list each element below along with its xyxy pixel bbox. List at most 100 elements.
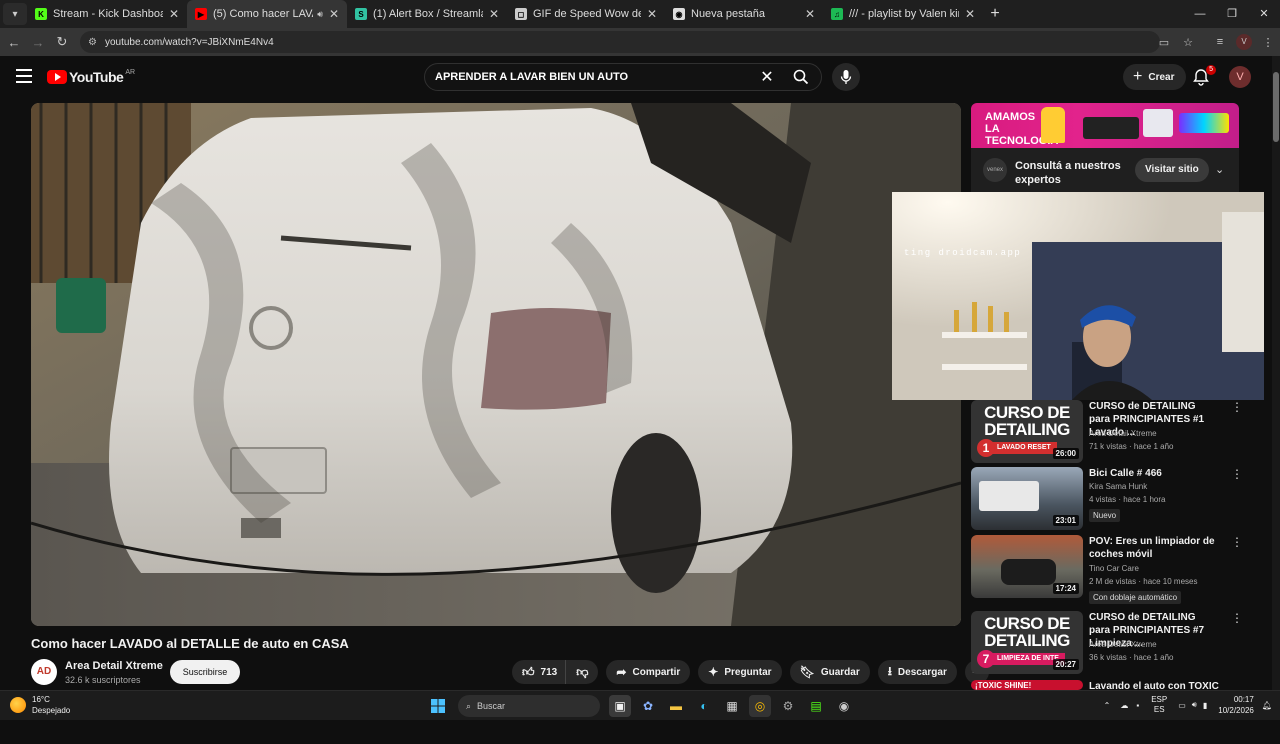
more-options-icon[interactable]: ⋮: [1231, 467, 1243, 481]
back-icon[interactable]: ←: [2, 35, 26, 50]
tab-audio-icon[interactable]: 🔊︎: [317, 9, 323, 20]
browser-tab[interactable]: K Stream - Kick Dashboard ✕: [27, 0, 187, 28]
system-tray: ⌃ ☁ ▪ ESP ES ▭ 🔊︎ ▮ 00:17 10/2/2026 🔔︎: [1098, 694, 1272, 716]
tab-favicon-icon: S: [355, 8, 367, 20]
edge-icon[interactable]: ◐: [693, 695, 715, 717]
close-tab-icon[interactable]: ✕: [169, 7, 179, 21]
network-icon[interactable]: ▭: [1178, 701, 1186, 710]
battery-icon[interactable]: ▮: [1203, 701, 1207, 710]
more-options-icon[interactable]: ⋮: [1231, 535, 1243, 549]
voice-search-button[interactable]: [832, 63, 860, 91]
search-input[interactable]: APRENDER A LAVAR BIEN UN AUTO: [425, 71, 753, 83]
create-button[interactable]: + Crear: [1123, 64, 1187, 90]
notifications-button[interactable]: 5: [1192, 65, 1216, 88]
visit-site-button[interactable]: Visitar sitio: [1135, 158, 1209, 182]
video-thumbnail[interactable]: CURSO DE DETAILING LIMPIEZA DE INTE 7 20:27: [971, 611, 1083, 674]
hamburger-menu-icon[interactable]: [16, 69, 32, 83]
settings-gear-icon[interactable]: ⚙: [777, 695, 799, 717]
input-language[interactable]: ESP ES: [1151, 695, 1167, 715]
volume-icon[interactable]: 🔊︎: [1192, 700, 1197, 710]
tray-app-icon[interactable]: ☁: [1120, 701, 1128, 710]
file-explorer-icon[interactable]: ▬: [665, 695, 687, 717]
browser-tab[interactable]: ◻ GIF de Speed Wow de STRAPP ✕: [507, 0, 665, 28]
browser-tab[interactable]: ▶ (5) Como hacer LAVADO al 🔊︎ ✕: [187, 0, 347, 28]
clock[interactable]: 00:17 10/2/2026: [1218, 694, 1254, 716]
recommended-channel[interactable]: Area Detail Xtreme: [1089, 429, 1157, 438]
url-field[interactable]: ⚙ youtube.com/watch?v=JBiXNmE4Nv4: [80, 31, 1160, 53]
profile-avatar[interactable]: V: [1236, 34, 1252, 50]
like-button[interactable]: 👍︎ 713: [512, 660, 566, 684]
download-button[interactable]: ⭳ Descargar: [877, 660, 957, 684]
search-box[interactable]: APRENDER A LAVAR BIEN UN AUTO ✕: [424, 63, 822, 91]
windows-start-icon[interactable]: [427, 695, 449, 717]
search-button[interactable]: [781, 64, 821, 90]
tab-title: Stream - Kick Dashboard: [53, 8, 163, 20]
more-options-icon[interactable]: ⋮: [1231, 400, 1243, 414]
forward-icon[interactable]: →: [26, 35, 50, 50]
youtube-logo[interactable]: YouTube AR: [47, 69, 135, 85]
notification-center-icon[interactable]: 🔔︎: [1262, 701, 1272, 710]
recommended-channel[interactable]: Area Detail Xtreme: [1089, 640, 1157, 649]
close-tab-icon[interactable]: ✕: [329, 7, 339, 21]
taskbar-search[interactable]: ⌕ Buscar: [458, 695, 600, 717]
site-info-icon[interactable]: ⚙: [88, 37, 97, 48]
weather-sun-icon: [10, 697, 26, 713]
subscribe-button[interactable]: Suscribirse: [170, 660, 240, 684]
share-button[interactable]: ➦ Compartir: [606, 660, 691, 684]
chrome-menu-icon[interactable]: ⋮: [1256, 36, 1280, 49]
close-window-icon[interactable]: ✕: [1248, 0, 1280, 28]
scrollbar-thumb[interactable]: [1273, 72, 1279, 142]
cast-icon[interactable]: ▭: [1152, 36, 1176, 49]
recommended-video[interactable]: CURSO DE DETAILING LAVADO RESET 1 26:00 CURSO…: [971, 400, 1261, 464]
close-tab-icon[interactable]: ✕: [647, 7, 657, 21]
recommended-channel[interactable]: Kira Sama Hunk: [1089, 482, 1147, 491]
store-icon[interactable]: ▦: [721, 695, 743, 717]
task-view-icon[interactable]: ▣: [609, 695, 631, 717]
recommended-video[interactable]: 23:01 Bici Calle # 466 Kira Sama Hunk 4 vis…: [971, 467, 1261, 531]
chevron-down-icon[interactable]: ⌄: [1215, 163, 1224, 176]
recommended-video[interactable]: CURSO DE DETAILING LIMPIEZA DE INTE 7 20:27 C…: [971, 611, 1261, 675]
video-thumbnail[interactable]: 17:24: [971, 535, 1083, 598]
close-tab-icon[interactable]: ✕: [965, 7, 975, 21]
tab-search-icon[interactable]: ▾: [3, 3, 27, 25]
dislike-button[interactable]: 👎︎: [565, 660, 599, 684]
browser-tab[interactable]: ♫ /// - playlist by Valen kinleiner ✕: [823, 0, 983, 28]
video-thumbnail[interactable]: ¡TOXIC SHINE!: [971, 680, 1083, 690]
recommended-video[interactable]: 17:24 POV: Eres un limpiador de coches mó…: [971, 535, 1261, 604]
weather-widget[interactable]: 16°C Despejado: [10, 694, 70, 716]
reload-icon[interactable]: ↻: [50, 34, 74, 50]
new-tab-button[interactable]: +: [983, 5, 1007, 23]
bookmark-star-icon[interactable]: ☆: [1176, 36, 1200, 49]
obs-icon[interactable]: ◉: [833, 695, 855, 717]
restore-icon[interactable]: ❐: [1216, 0, 1248, 28]
recommended-title[interactable]: POV: Eres un limpiador de coches móvil: [1089, 535, 1219, 561]
copilot-icon[interactable]: ✿: [637, 695, 659, 717]
account-avatar[interactable]: V: [1229, 66, 1251, 88]
chrome-icon[interactable]: ◎: [749, 695, 771, 717]
browser-tab[interactable]: ◉ Nueva pestaña ✕: [665, 0, 823, 28]
video-thumbnail[interactable]: CURSO DE DETAILING LAVADO RESET 1 26:00: [971, 400, 1083, 463]
more-options-icon[interactable]: ⋮: [1231, 611, 1243, 625]
video-player[interactable]: [31, 103, 961, 626]
terminal-icon[interactable]: ▤: [805, 695, 827, 717]
media-control-icon[interactable]: ≡: [1208, 36, 1232, 48]
ad-banner[interactable]: AMAMOS LA TECNOLOGÍA: [971, 103, 1239, 148]
show-hidden-icons[interactable]: ⌃: [1104, 701, 1111, 710]
video-thumbnail[interactable]: 23:01: [971, 467, 1083, 530]
tray-app-icon[interactable]: ▪: [1136, 701, 1139, 710]
address-bar: ← → ↻ ⚙ youtube.com/watch?v=JBiXNmE4Nv4 …: [0, 28, 1280, 56]
save-button[interactable]: 🔖︎ Guardar: [789, 660, 870, 684]
channel-name[interactable]: Area Detail Xtreme: [65, 660, 163, 672]
recommended-title[interactable]: Bici Calle # 466: [1089, 467, 1219, 480]
ad-text: Consultá a nuestros expertos: [1015, 160, 1121, 186]
clear-search-icon[interactable]: ✕: [753, 67, 781, 87]
close-tab-icon[interactable]: ✕: [489, 7, 499, 21]
recommended-channel[interactable]: Tino Car Care: [1089, 564, 1139, 573]
close-tab-icon[interactable]: ✕: [805, 7, 815, 21]
ask-button[interactable]: ✦ Preguntar: [698, 660, 782, 684]
channel-avatar[interactable]: AD: [31, 659, 57, 685]
minimize-icon[interactable]: —: [1184, 0, 1216, 28]
browser-tab[interactable]: S (1) Alert Box / Streamlabs ✕: [347, 0, 507, 28]
page-scrollbar[interactable]: [1272, 56, 1280, 690]
notification-badge: 5: [1206, 65, 1216, 75]
